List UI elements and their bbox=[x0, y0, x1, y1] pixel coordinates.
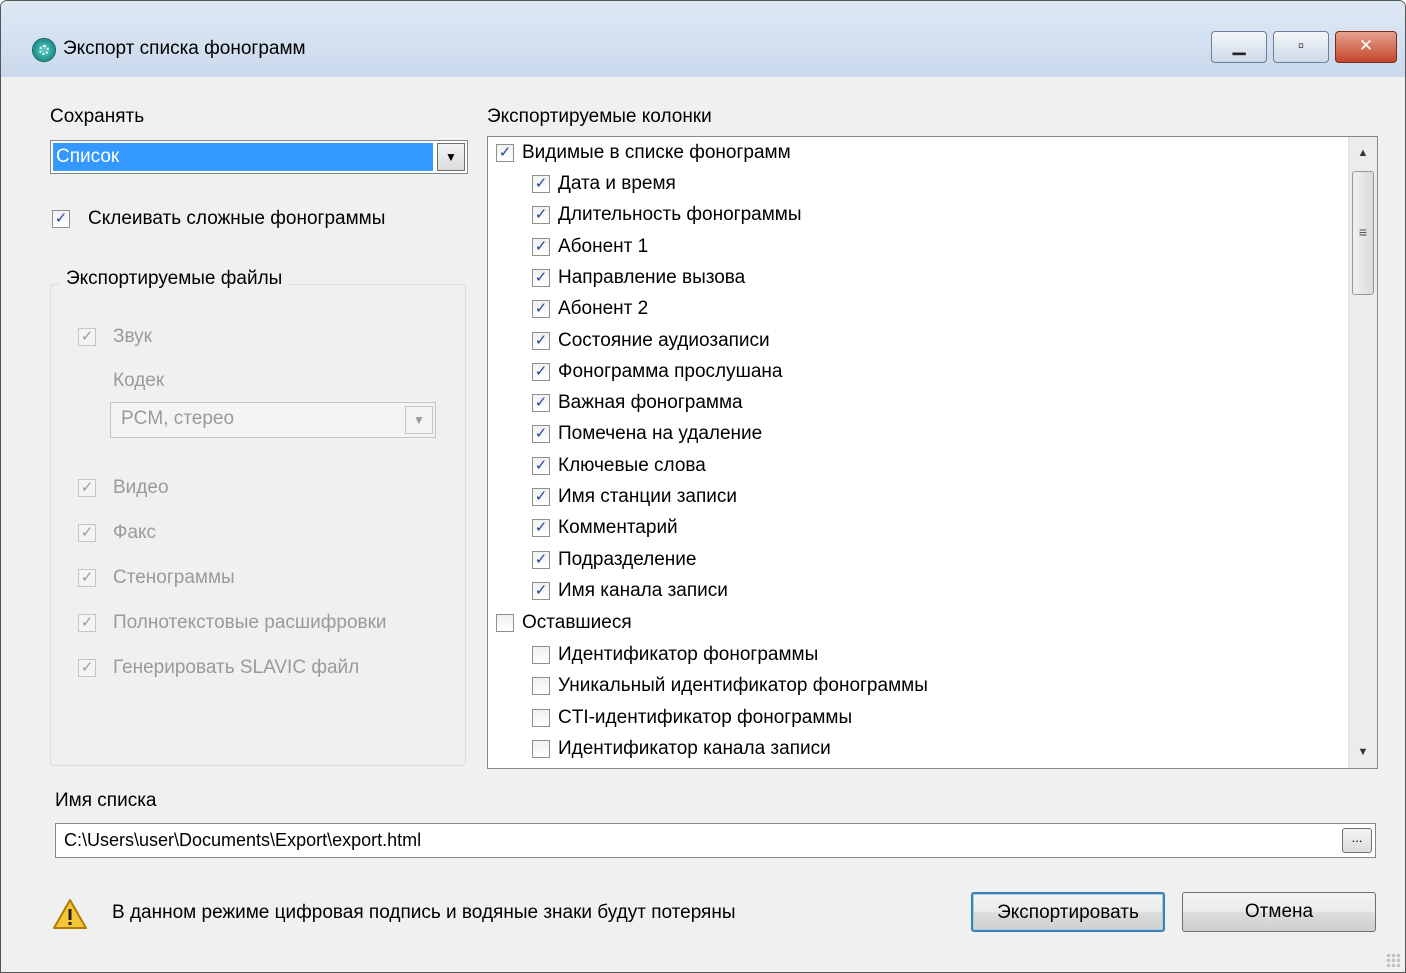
columns-label: Экспортируемые колонки bbox=[487, 106, 712, 127]
slavic-label: Генерировать SLAVIC файл bbox=[113, 657, 360, 678]
list-name-input[interactable]: C:\Users\user\Documents\Export\export.ht… bbox=[55, 823, 1376, 858]
close-icon: ✕ bbox=[1358, 36, 1374, 55]
resize-grip-icon[interactable] bbox=[1386, 953, 1400, 967]
tree-item-checkbox[interactable]: ✓ bbox=[532, 425, 550, 444]
transcripts-label: Стенограммы bbox=[113, 567, 235, 588]
tree-item-label: Фонограмма прослушана bbox=[558, 360, 783, 382]
codec-label: Кодек bbox=[113, 370, 165, 391]
cancel-button[interactable]: Отмена bbox=[1182, 892, 1376, 932]
fulltext-label: Полнотекстовые расшифровки bbox=[113, 612, 387, 633]
slavic-checkbox[interactable]: ✓ bbox=[78, 659, 96, 677]
scroll-down-icon[interactable]: ▼ bbox=[1349, 738, 1377, 766]
columns-tree[interactable]: ✓ Видимые в списке фонограмм ✓ Дата и вре… bbox=[487, 136, 1378, 769]
browse-button[interactable]: ... bbox=[1342, 828, 1372, 853]
codec-chevron-down-icon[interactable]: ▼ bbox=[405, 406, 433, 434]
merge-checkbox[interactable]: ✓ bbox=[52, 210, 70, 228]
export-button[interactable]: Экспортировать bbox=[971, 892, 1165, 932]
tree-item-checkbox[interactable] bbox=[532, 646, 550, 664]
tree-item-checkbox[interactable]: ✓ bbox=[532, 362, 550, 381]
vertical-scrollbar[interactable]: ▲ ≡ ▼ bbox=[1348, 137, 1377, 768]
tree-item-checkbox[interactable]: ✓ bbox=[532, 206, 550, 225]
save-format-value: Список bbox=[53, 143, 433, 171]
title-bar: Экспорт списка фонограмм ▁ ▫ ✕ bbox=[1, 1, 1405, 77]
tree-item-label: Абонент 2 bbox=[558, 298, 649, 320]
tree-item-label: Уникальный идентификатор фонограммы bbox=[558, 675, 928, 697]
tree-item-label: Ключевые слова bbox=[558, 454, 706, 476]
tree-item-label: Имя канала записи bbox=[558, 579, 728, 601]
window-title: Экспорт списка фонограмм bbox=[63, 38, 306, 59]
codec-select[interactable]: PCM, стерео ▼ bbox=[110, 402, 436, 438]
tree-item-label: Абонент 1 bbox=[558, 235, 649, 257]
tree-item-checkbox[interactable]: ✓ bbox=[532, 268, 550, 287]
tree-item-checkbox[interactable]: ✓ bbox=[532, 175, 550, 193]
save-format-select[interactable]: Список ▼ bbox=[50, 140, 468, 174]
list-name-value: C:\Users\user\Documents\Export\export.ht… bbox=[64, 830, 422, 850]
tree-checkbox[interactable]: ✓ bbox=[496, 144, 514, 162]
tree-item-label: Помечена на удаление bbox=[558, 423, 763, 445]
tree-item-checkbox[interactable] bbox=[532, 708, 550, 727]
warning-text: В данном режиме цифровая подпись и водян… bbox=[112, 902, 736, 923]
tree-item-label: Состояние аудиозаписи bbox=[558, 329, 770, 351]
tree-item-label: Комментарий bbox=[558, 517, 678, 539]
video-label: Видео bbox=[113, 477, 169, 498]
scroll-thumb[interactable]: ≡ bbox=[1352, 171, 1374, 295]
tree-item-checkbox[interactable]: ✓ bbox=[532, 331, 550, 350]
maximize-icon: ▫ bbox=[1297, 36, 1305, 55]
fax-label: Факс bbox=[113, 522, 157, 543]
tree-item-label: Направление вызова bbox=[558, 266, 746, 288]
tree-item-checkbox[interactable]: ✓ bbox=[532, 488, 550, 506]
tree-group-label: Оставшиеся bbox=[522, 612, 632, 633]
tree-item-checkbox[interactable]: ✓ bbox=[532, 581, 550, 600]
tree-item-checkbox[interactable] bbox=[532, 677, 550, 696]
tree-item-checkbox[interactable]: ✓ bbox=[532, 519, 550, 538]
export-files-group-title: Экспортируемые файлы bbox=[60, 268, 289, 290]
merge-checkbox-label[interactable]: Склеивать сложные фонограммы bbox=[88, 208, 385, 230]
tree-item-label: Длительность фонограммы bbox=[558, 204, 802, 226]
tree-group-label: Видимые в списке фонограмм bbox=[522, 142, 791, 163]
tree-item-checkbox[interactable]: ✓ bbox=[532, 300, 550, 319]
warning-icon bbox=[53, 899, 87, 929]
tree-item-label: Идентификатор фонограммы bbox=[558, 644, 819, 665]
close-button[interactable]: ✕ bbox=[1335, 31, 1397, 63]
tree-item-label: CTI-идентификатор фонограммы bbox=[558, 706, 853, 728]
tree-item-label: Дата и время bbox=[558, 173, 676, 194]
minimize-icon: ▁ bbox=[1232, 36, 1246, 55]
fulltext-checkbox[interactable]: ✓ bbox=[78, 614, 96, 632]
tree-checkbox[interactable] bbox=[496, 614, 514, 632]
tree-item-checkbox[interactable]: ✓ bbox=[532, 456, 550, 475]
chevron-down-icon[interactable]: ▼ bbox=[437, 143, 465, 171]
tree-item-label: Подразделение bbox=[558, 548, 697, 570]
tree-item-label: Имя станции записи bbox=[558, 486, 738, 507]
video-checkbox[interactable]: ✓ bbox=[78, 479, 96, 497]
tree-item-checkbox[interactable]: ✓ bbox=[532, 394, 550, 413]
list-name-label: Имя списка bbox=[55, 790, 157, 811]
save-label: Сохранять bbox=[50, 106, 145, 127]
transcripts-checkbox[interactable]: ✓ bbox=[78, 569, 96, 587]
maximize-button[interactable]: ▫ bbox=[1273, 31, 1329, 63]
app-icon bbox=[33, 39, 55, 61]
tree-item-label: Важная фонограмма bbox=[558, 392, 743, 414]
tree-item-label: Идентификатор канала записи bbox=[558, 737, 831, 759]
tree-item-checkbox[interactable] bbox=[532, 739, 550, 758]
sound-checkbox[interactable]: ✓ bbox=[78, 328, 96, 346]
fax-checkbox[interactable]: ✓ bbox=[78, 524, 96, 542]
codec-value: PCM, стерео bbox=[121, 408, 235, 429]
sound-label: Звук bbox=[113, 326, 152, 347]
minimize-button[interactable]: ▁ bbox=[1211, 31, 1267, 63]
tree-item-checkbox[interactable]: ✓ bbox=[532, 550, 550, 569]
tree-item-checkbox[interactable]: ✓ bbox=[532, 237, 550, 256]
scroll-up-icon[interactable]: ▲ bbox=[1349, 139, 1377, 167]
